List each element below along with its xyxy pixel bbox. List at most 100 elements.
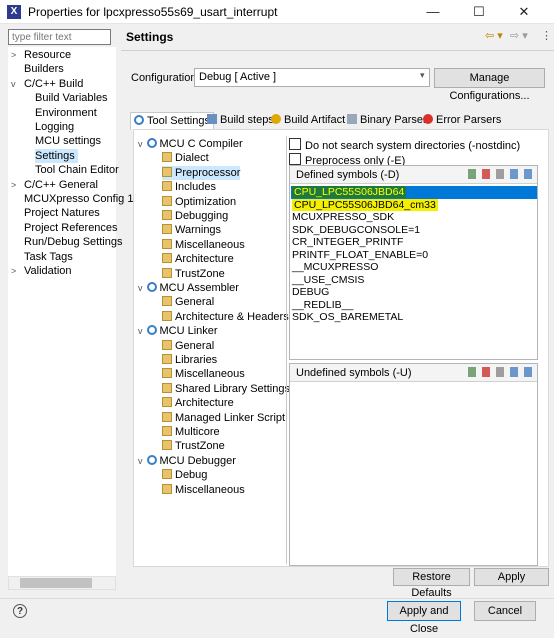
apply-and-close-button[interactable]: Apply and Close [387,601,461,635]
chevron-right-icon[interactable]: > [11,48,19,62]
tab-build-artifact[interactable]: Build Artifact [268,112,348,129]
move-up-icon[interactable] [510,169,518,179]
chevron-down-icon[interactable]: v [138,283,143,293]
symbol-item[interactable]: __REDLIB__ [291,299,353,312]
chevron-down-icon[interactable]: ▾ [420,70,425,81]
tool-tree-item[interactable]: v MCU Assembler [138,281,239,295]
tool-tree-item[interactable]: Libraries [162,353,217,367]
maximize-button[interactable]: ☐ [456,0,502,24]
filter-input[interactable] [8,29,111,45]
chevron-down-icon[interactable]: v [138,326,143,336]
tree-item[interactable]: Tool Chain Editor [35,163,119,177]
symbol-item[interactable]: CPU_LPC55S06JBD64 [291,186,537,199]
defined-symbols-header: Defined symbols (-D) [290,166,537,184]
tool-tree-item[interactable]: Multicore [162,425,220,439]
chevron-down-icon[interactable]: v [138,456,143,466]
symbol-item[interactable]: CPU_LPC55S06JBD64_cm33 [291,198,438,212]
tool-tree-label: TrustZone [175,440,225,453]
nostdinc-option[interactable]: Do not search system directories (-nostd… [289,138,520,152]
tool-tree-item[interactable]: Managed Linker Script [162,411,285,425]
tool-tree-item[interactable]: Shared Library Settings [162,382,290,396]
tree-item[interactable]: Environment [35,106,97,120]
tree-item[interactable]: v C/C++ Build [11,77,83,91]
tool-tree-item[interactable]: Optimization [162,195,236,209]
edit-icon[interactable] [496,367,504,377]
move-up-icon[interactable] [510,367,518,377]
tree-item[interactable]: Logging [35,120,74,134]
add-icon[interactable] [468,367,476,377]
symbol-item[interactable]: SDK_DEBUGCONSOLE=1 [291,224,420,237]
tree-item[interactable]: Run/Debug Settings [11,235,122,249]
symbol-item[interactable]: DEBUG [291,286,329,299]
tree-item[interactable]: Project Natures [11,206,100,220]
restore-defaults-button[interactable]: Restore Defaults [393,568,470,599]
configuration-select[interactable]: Debug [ Active ] [194,68,430,87]
cancel-button[interactable]: Cancel [474,601,536,621]
tool-tree-item[interactable]: Miscellaneous [162,367,245,381]
tree-item[interactable]: MCUXpresso Config 1 [11,192,133,206]
manage-configurations-button[interactable]: Manage Configurations... [434,68,545,102]
delete-icon[interactable] [482,367,490,377]
symbol-text: CPU_LPC55S06JBD64_cm33 [292,198,438,211]
edit-icon[interactable] [496,169,504,179]
symbol-item[interactable]: PRINTF_FLOAT_ENABLE=0 [291,249,428,262]
tab-tool-settings[interactable]: Tool Settings [130,112,214,130]
tool-tree-item[interactable]: Architecture [162,252,234,266]
tool-tree-item[interactable]: v MCU Linker [138,324,218,338]
view-menu-icon[interactable]: ⋮ [541,29,552,42]
tool-tree-item[interactable]: Warnings [162,223,221,237]
tree-item[interactable]: Build Variables [35,91,108,105]
chevron-down-icon[interactable]: v [138,139,143,149]
close-button[interactable]: ✕ [501,0,547,24]
tree-item[interactable]: > Resource [11,48,71,62]
apply-button[interactable]: Apply [474,568,549,586]
minimize-button[interactable]: — [410,0,456,24]
tab-build-steps[interactable]: Build steps [204,112,277,129]
tree-item[interactable]: > C/C++ General [11,178,98,192]
chevron-down-icon[interactable]: v [11,77,19,91]
tree-item[interactable]: Builders [11,62,64,76]
move-down-icon[interactable] [524,169,532,179]
chevron-right-icon[interactable]: > [11,264,19,278]
undefined-symbols-panel [289,363,538,566]
tool-tree-item[interactable]: General [162,295,214,309]
symbol-item[interactable]: MCUXPRESSO_SDK [291,211,394,224]
symbol-item[interactable]: __MCUXPRESSO [291,261,378,274]
tree-item[interactable]: Task Tags [11,250,73,264]
tree-item[interactable]: MCU settings [35,134,101,148]
tool-tree-item[interactable]: Debugging [162,209,228,223]
tool-tree-item[interactable]: Dialect [162,151,209,165]
back-nav-icon[interactable]: ⇦ ▾ [485,29,503,42]
tool-tree-item[interactable]: Miscellaneous [162,483,245,497]
chevron-right-icon[interactable]: > [11,178,19,192]
footer-divider [0,598,554,599]
tool-tree-item[interactable]: TrustZone [162,267,225,281]
tool-tree-item[interactable]: Architecture & Headers [162,310,289,324]
category-icon [162,267,172,278]
symbol-item[interactable]: SDK_OS_BAREMETAL [291,311,403,324]
preprocess-only-checkbox[interactable] [289,153,301,165]
tool-tree-item[interactable]: v MCU Debugger [138,454,236,468]
symbol-item[interactable]: __USE_CMSIS [291,274,364,287]
nostdinc-checkbox[interactable] [289,138,301,150]
move-down-icon[interactable] [524,367,532,377]
tool-tree-item[interactable]: TrustZone [162,439,225,453]
tree-item[interactable]: Settings [35,148,78,163]
tool-tree-item[interactable]: Debug [162,468,207,482]
symbol-item[interactable]: CR_INTEGER_PRINTF [291,236,403,249]
tree-item[interactable]: Project References [11,221,118,235]
help-icon[interactable]: ? [13,604,27,618]
delete-icon[interactable] [482,169,490,179]
tool-tree-item[interactable]: Miscellaneous [162,238,245,252]
tab-error-parsers[interactable]: Error Parsers [420,112,504,129]
tool-tree-item[interactable]: Architecture [162,396,234,410]
forward-nav-icon[interactable]: ⇨ ▾ [510,29,528,42]
scrollbar-thumb[interactable] [20,578,92,588]
tool-tree-item[interactable]: Includes [162,180,216,194]
tree-item-label: Task Tags [24,250,73,263]
add-icon[interactable] [468,169,476,179]
tool-tree-item[interactable]: Preprocessor [162,165,241,180]
tree-item[interactable]: > Validation [11,264,72,278]
tool-tree-item[interactable]: v MCU C Compiler [138,137,243,151]
tool-tree-item[interactable]: General [162,339,214,353]
